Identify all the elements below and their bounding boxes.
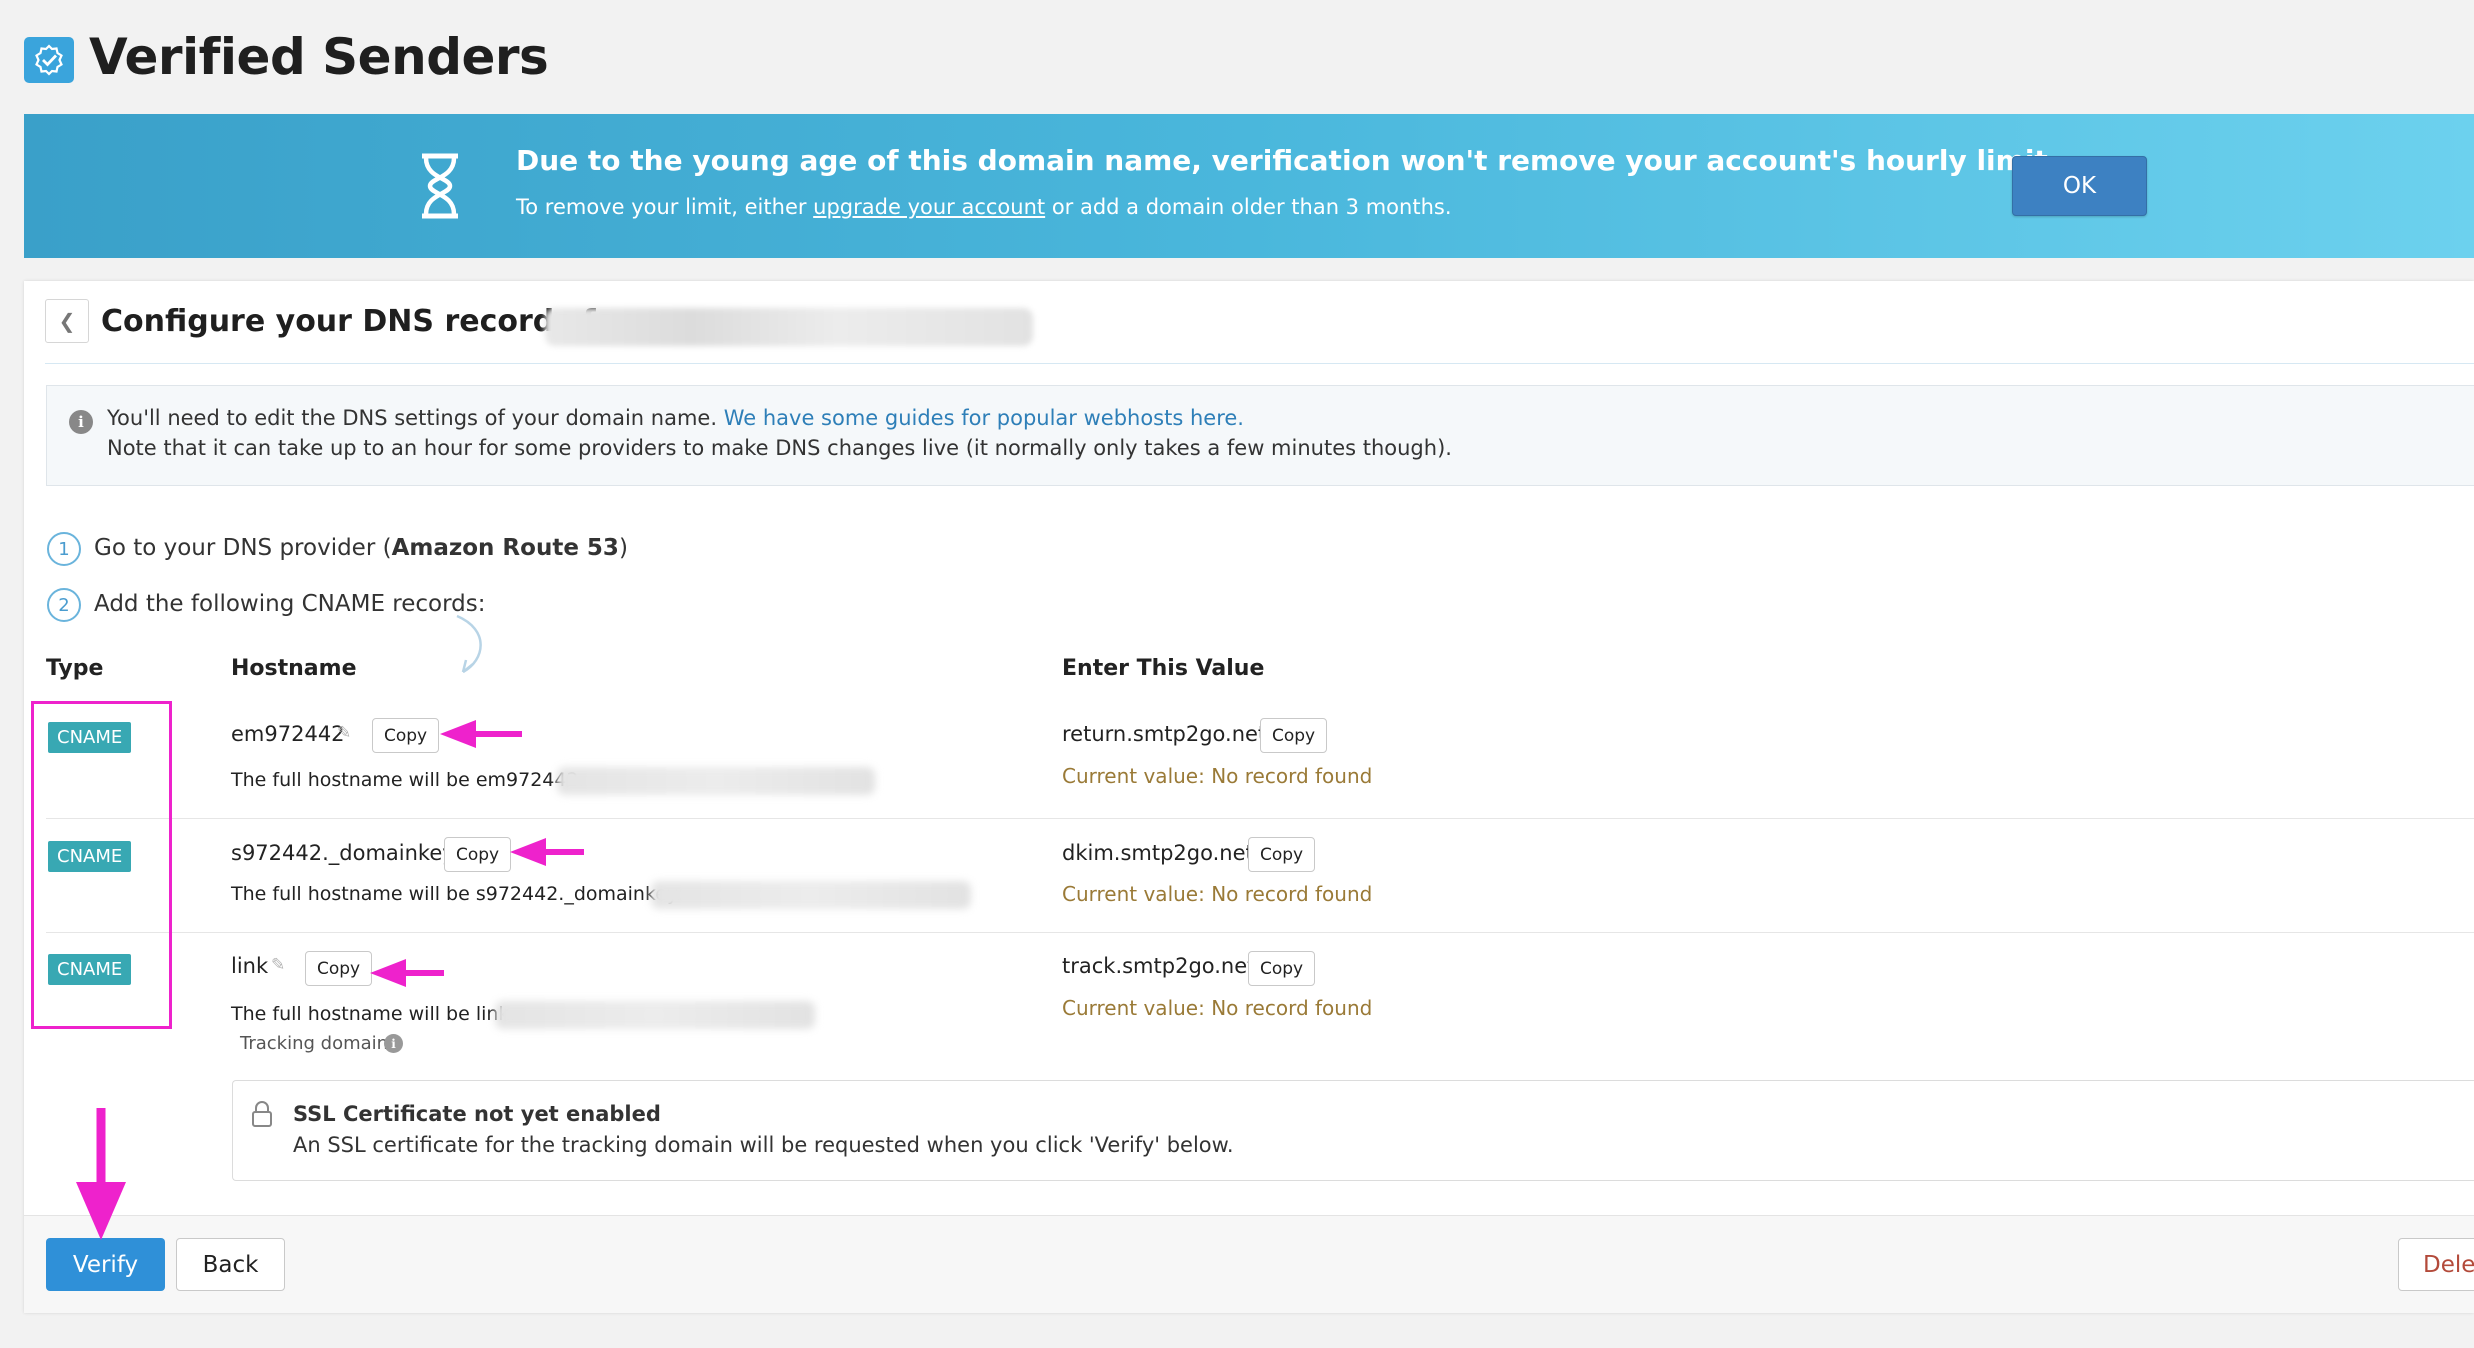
arrow-down-icon [76,1108,126,1240]
annotation-arrows [76,614,584,1240]
curved-arrow-icon [456,614,482,674]
arrow-left-icon [370,720,584,987]
